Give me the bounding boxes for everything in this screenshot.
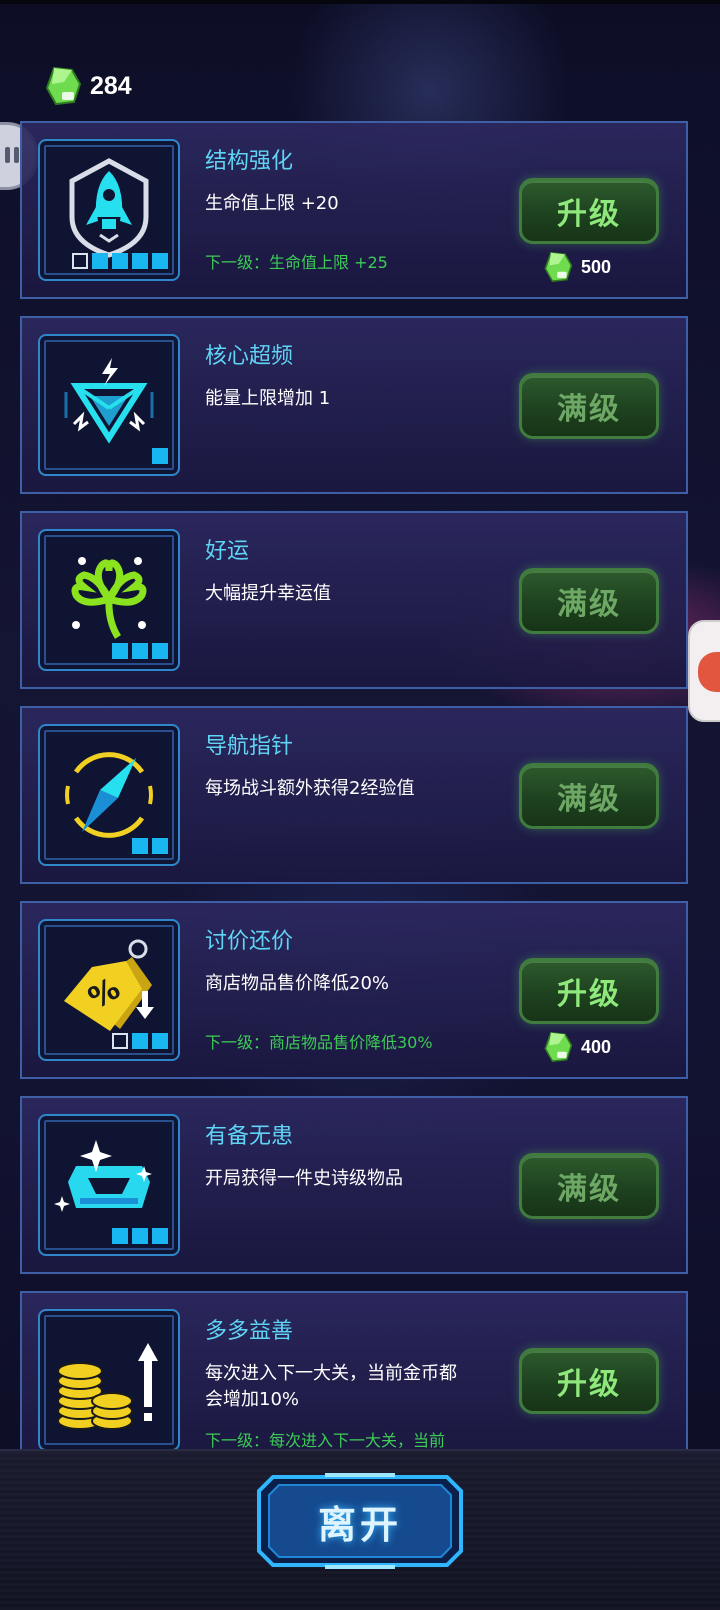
upgrade-button[interactable]: 升级 <box>519 178 659 244</box>
next-level-text: 下一级：商店物品售价降低30% <box>205 1033 433 1052</box>
green-gem-icon <box>544 251 573 283</box>
status-strip <box>0 0 720 4</box>
level-pips <box>152 448 168 464</box>
level-pips <box>72 253 168 269</box>
upgrade-title: 好运 <box>205 539 250 564</box>
upgrade-list[interactable]: 结构强化 生命值上限 +20 下一级：生命值上限 +25 升级 500 核心超频… <box>20 121 692 1449</box>
cost-value: 500 <box>581 256 612 277</box>
upgrade-description: 大幅提升幸运值 <box>205 583 331 604</box>
upgrade-card: 有备无患 开局获得一件史诗级物品 满级 <box>20 1096 688 1274</box>
upgrade-card: 结构强化 生命值上限 +20 下一级：生命值上限 +25 升级 500 <box>20 121 688 299</box>
leave-button[interactable]: 离开 <box>255 1471 465 1571</box>
upgrade-title: 有备无患 <box>205 1124 294 1149</box>
upgrade-button[interactable]: 升级 <box>519 958 659 1024</box>
upgrade-cost: 400 <box>543 1031 611 1063</box>
gem-counter: 284 <box>44 66 132 106</box>
level-pips <box>112 643 168 659</box>
upgrade-title: 导航指针 <box>205 734 294 759</box>
upgrade-description: 每次进入下一大关，当前金币都 会增加10% <box>205 1363 457 1410</box>
upgrade-description: 商店物品售价降低20% <box>205 973 390 994</box>
gold-coins-icon <box>57 1343 158 1430</box>
max-level-button[interactable]: 满级 <box>519 1153 659 1219</box>
upgrade-description: 每场战斗额外获得2经验值 <box>205 778 415 799</box>
upgrade-title: 结构强化 <box>205 149 294 174</box>
upgrade-card: 好运 大幅提升幸运值 满级 <box>20 511 688 689</box>
upgrade-description: 能量上限增加 1 <box>205 388 331 409</box>
level-pips <box>132 838 168 854</box>
max-level-button[interactable]: 满级 <box>519 373 659 439</box>
green-gem-icon <box>45 66 82 106</box>
upgrade-button[interactable]: 升级 <box>519 1348 659 1414</box>
upgrade-title: 核心超频 <box>205 344 294 369</box>
pause-icon <box>5 147 10 163</box>
upgrade-cost: 500 <box>543 251 611 283</box>
upgrade-card: 导航指针 每场战斗额外获得2经验值 满级 <box>20 706 688 884</box>
upgrade-card: % 讨价还价 商店物品售价降低20% 下一级：商店物品售价降低30% 升级 40… <box>20 901 688 1079</box>
upgrade-card: 多多益善 每次进入下一大关，当前金币都 会增加10% 下一级：每次进入下一大关，… <box>20 1291 688 1449</box>
level-pips <box>112 1228 168 1244</box>
floating-side-widget[interactable] <box>688 620 720 722</box>
cost-value: 400 <box>581 1036 612 1057</box>
upgrade-card: 核心超频 能量上限增加 1 满级 <box>20 316 688 494</box>
green-gem-icon <box>544 1031 573 1063</box>
upgrade-title: 多多益善 <box>205 1319 294 1344</box>
next-level-text: 下一级：生命值上限 +25 <box>205 253 388 272</box>
max-level-button[interactable]: 满级 <box>519 568 659 634</box>
upgrade-description: 开局获得一件史诗级物品 <box>205 1168 403 1189</box>
upgrade-description: 生命值上限 +20 <box>205 193 339 214</box>
gem-count: 284 <box>90 71 132 100</box>
max-level-button[interactable]: 满级 <box>519 763 659 829</box>
level-pips <box>112 1033 168 1049</box>
next-level-text: 下一级：每次进入下一大关，当前 <box>205 1431 446 1449</box>
upgrade-title: 讨价还价 <box>205 929 294 954</box>
leave-label: 离开 <box>317 1502 402 1547</box>
